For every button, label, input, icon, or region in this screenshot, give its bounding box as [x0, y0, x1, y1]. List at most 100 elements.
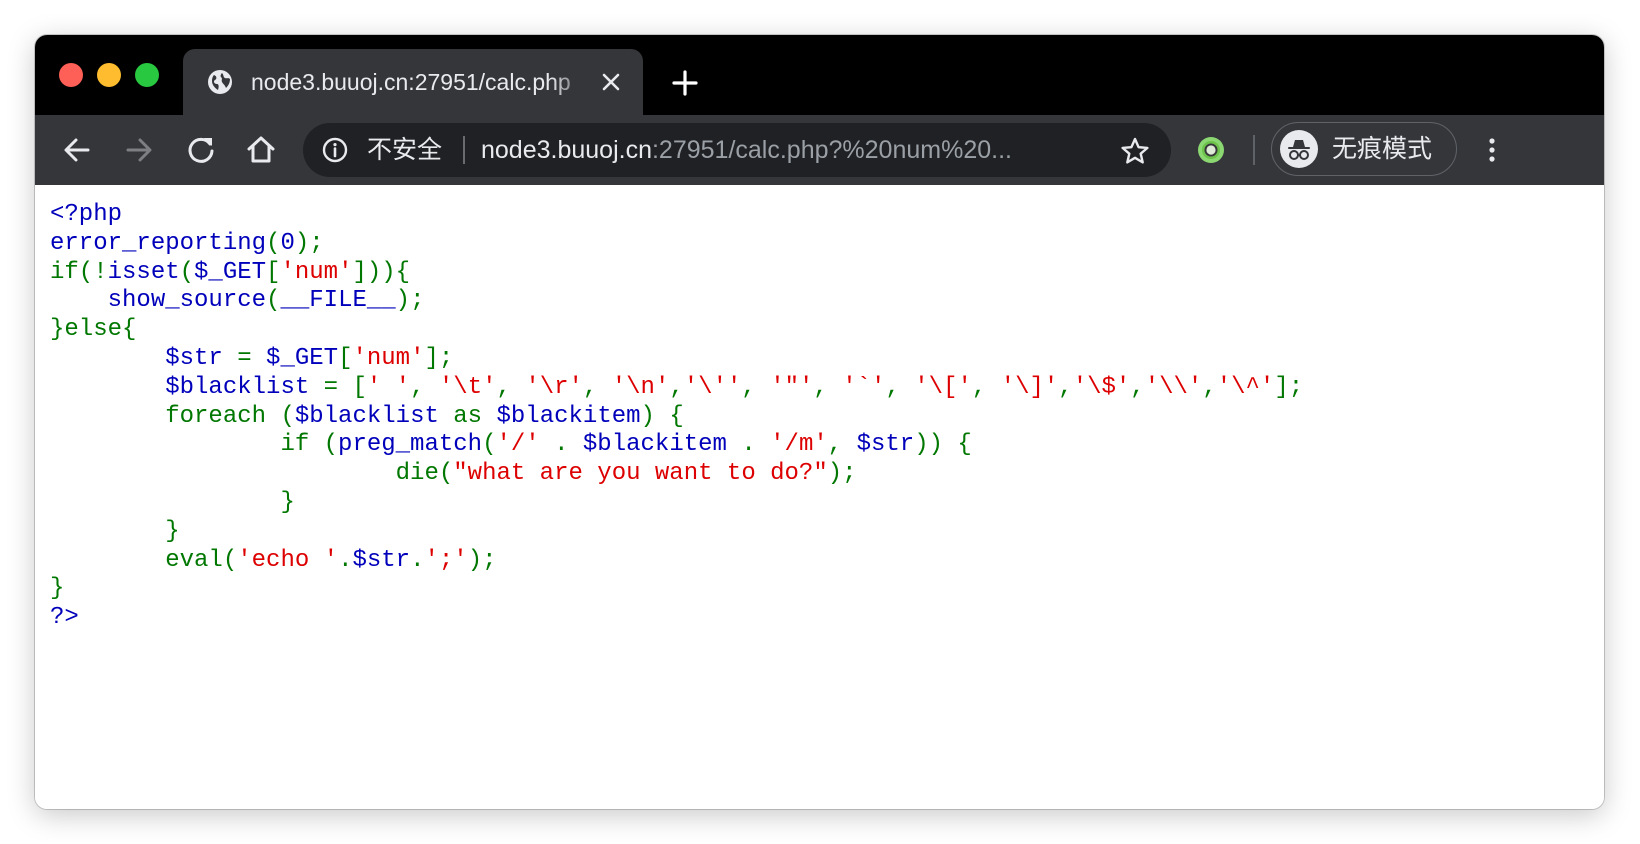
code-token: ,: [1202, 373, 1217, 401]
page-content: <?php error_reporting(0); if(!isset($_GET[…: [35, 185, 1604, 809]
tab-strip: node3.buuoj.cn:27951/calc.php: [35, 35, 1604, 115]
code-token: $str: [352, 546, 411, 574]
code-token: ];: [424, 344, 454, 372]
code-token: [: [338, 344, 353, 372]
incognito-icon: [1280, 130, 1318, 168]
code-token: if(!: [50, 258, 108, 286]
code-token: ,: [1130, 373, 1145, 401]
code-token: .: [554, 431, 583, 459]
code-line: show_source(__FILE__);: [50, 287, 1303, 316]
code-token: '\[': [914, 373, 972, 401]
url-text[interactable]: node3.buuoj.cn:27951/calc.php?%20num%20.…: [481, 134, 1101, 166]
code-line: }: [50, 518, 1303, 547]
code-token: as: [453, 402, 497, 430]
globe-icon: [205, 67, 235, 97]
back-arrow-icon[interactable]: [59, 132, 95, 168]
forward-arrow-icon[interactable]: [121, 132, 157, 168]
info-icon[interactable]: [321, 136, 349, 164]
code-token: ,: [496, 373, 526, 401]
tab-title: node3.buuoj.cn:27951/calc.php: [251, 69, 571, 95]
incognito-profile-button[interactable]: 无痕模式: [1271, 122, 1457, 176]
code-token: show_source: [50, 287, 267, 315]
code-token: );: [467, 546, 497, 574]
address-bar[interactable]: 不安全 node3.buuoj.cn:27951/calc.php?%20num…: [303, 123, 1171, 177]
browser-window: node3.buuoj.cn:27951/calc.php 不安全 node3.…: [35, 35, 1604, 809]
code-token: ,: [582, 373, 612, 401]
window-minimize-button[interactable]: [97, 63, 121, 87]
code-token: ,: [669, 373, 684, 401]
incognito-label: 无痕模式: [1332, 134, 1433, 163]
code-token: ,: [410, 373, 439, 401]
code-token: $blackitem: [496, 402, 641, 430]
code-token: ,: [827, 431, 857, 459]
code-token: '\\': [1144, 373, 1203, 401]
code-token: ,: [741, 373, 771, 401]
extension-icon[interactable]: [1195, 134, 1227, 166]
window-close-button[interactable]: [59, 63, 83, 87]
code-line: eval('echo '.$str.';');: [50, 547, 1303, 576]
code-token: "what are you want to do?": [453, 460, 828, 488]
code-token: '\^': [1216, 373, 1275, 401]
code-token: $str: [50, 344, 238, 372]
tab-calc[interactable]: node3.buuoj.cn:27951/calc.php: [183, 49, 643, 115]
code-token: __FILE__: [280, 287, 396, 315]
code-token: = [: [323, 373, 367, 401]
code-token: $blacklist: [50, 373, 324, 401]
code-token: [: [266, 258, 281, 286]
toolbar-divider: [1253, 135, 1255, 165]
kebab-menu-icon[interactable]: [1478, 132, 1506, 168]
code-token: '\$': [1072, 373, 1131, 401]
code-token: .: [410, 546, 425, 574]
code-token: '/m': [770, 431, 828, 459]
code-token: ) {: [640, 402, 684, 430]
toolbar: 不安全 node3.buuoj.cn:27951/calc.php?%20num…: [35, 115, 1604, 185]
code-line: }: [50, 489, 1303, 518]
code-token: ,: [1058, 373, 1073, 401]
code-line: die("what are you want to do?");: [50, 460, 1303, 489]
code-token: <?php: [50, 201, 123, 228]
code-token: ];: [1274, 373, 1304, 401]
code-token: '\]': [1000, 373, 1059, 401]
star-icon[interactable]: [1119, 135, 1151, 167]
code-token: '\'': [683, 373, 742, 401]
code-token: $_GET: [194, 258, 267, 286]
home-icon[interactable]: [243, 132, 279, 168]
code-token: );: [395, 287, 425, 315]
code-token: $str: [856, 431, 915, 459]
code-token: ,: [971, 373, 1001, 401]
code-token: ])){: [352, 258, 411, 286]
code-token: ,: [885, 373, 915, 401]
code-token: preg_match: [338, 431, 483, 459]
code-token: ';': [424, 546, 468, 574]
code-line: if(!isset($_GET['num'])){: [50, 259, 1303, 288]
code-token: .: [338, 546, 353, 574]
code-line: }else{: [50, 316, 1303, 345]
code-token: );: [827, 460, 857, 488]
code-token: die(: [50, 460, 454, 488]
code-token: }: [50, 488, 295, 516]
code-line: foreach ($blacklist as $blackitem) {: [50, 403, 1303, 432]
code-token: '"': [770, 373, 814, 401]
code-token: '`': [842, 373, 886, 401]
code-line: ?>: [50, 604, 1303, 633]
code-line: error_reporting(0);: [50, 230, 1303, 259]
code-token: }else{: [50, 316, 137, 344]
url-path: :27951/calc.php?%20num%20...: [651, 136, 1012, 164]
security-label[interactable]: 不安全: [367, 135, 442, 165]
code-token: .: [741, 431, 771, 459]
window-maximize-button[interactable]: [135, 63, 159, 87]
code-token: foreach (: [50, 402, 295, 430]
code-line: if (preg_match('/' . $blackitem . '/m', …: [50, 431, 1303, 460]
code-token: (: [266, 287, 281, 315]
close-icon[interactable]: [599, 70, 623, 94]
code-token: '/': [496, 431, 555, 459]
plus-icon[interactable]: [667, 65, 703, 101]
code-token: }: [50, 575, 65, 603]
code-line: $blacklist = [' ', '\t', '\r', '\n','\''…: [50, 374, 1303, 403]
code-token: }: [50, 517, 180, 545]
code-token: error_reporting: [50, 229, 267, 257]
code-token: eval(: [50, 546, 238, 574]
code-token: ?>: [50, 604, 79, 632]
code-token: (: [482, 431, 497, 459]
reload-icon[interactable]: [183, 132, 219, 168]
